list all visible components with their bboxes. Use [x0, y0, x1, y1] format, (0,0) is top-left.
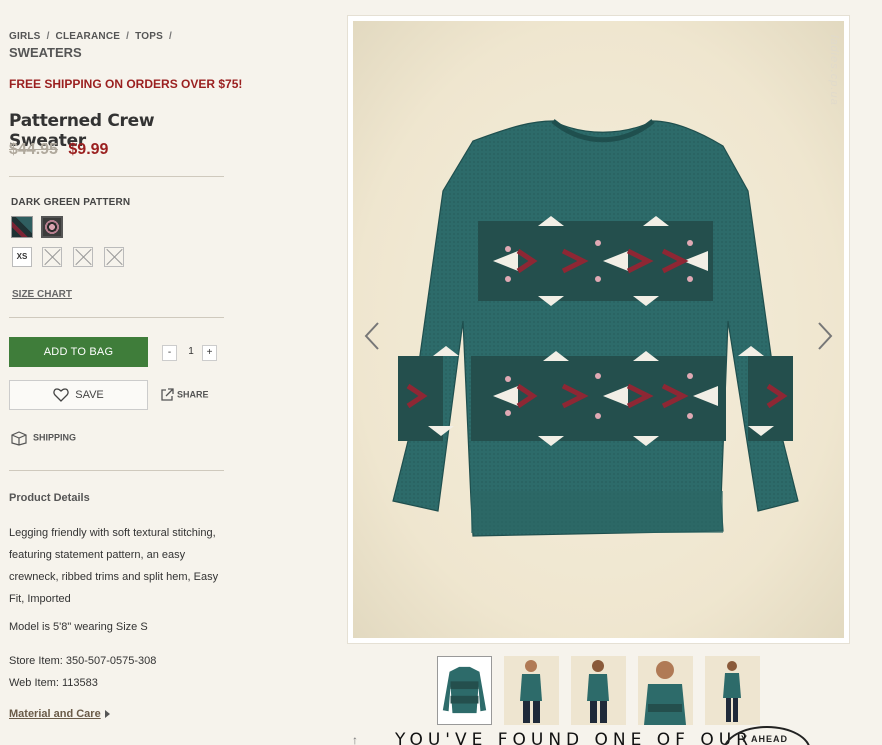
thumbnail-4[interactable]	[638, 656, 693, 725]
size-unavailable	[73, 247, 93, 267]
thumbnail-3[interactable]	[571, 656, 626, 725]
sale-price: $9.99	[68, 141, 109, 158]
breadcrumb-current: SWEATERS	[9, 45, 82, 60]
web-item-number: Web Item: 113583	[9, 677, 98, 689]
breadcrumb-clearance[interactable]: CLEARANCE	[56, 31, 121, 42]
watermark: ladies.cp.ua	[828, 35, 840, 106]
qty-value[interactable]: 1	[182, 345, 200, 361]
divider	[9, 176, 224, 177]
price-block: $44.95 $9.99	[9, 141, 108, 159]
divider	[9, 470, 224, 471]
color-label: DARK GREEN PATTERN	[11, 197, 131, 208]
size-chart-link[interactable]: SIZE CHART	[12, 289, 72, 300]
divider	[9, 317, 224, 318]
breadcrumb-girls[interactable]: GIRLS	[9, 31, 41, 42]
chevron-right-icon[interactable]	[105, 710, 110, 718]
box-icon	[11, 431, 27, 446]
free-shipping-promo: FREE SHIPPING ON ORDERS OVER $75!	[9, 77, 243, 91]
shipping-label: SHIPPING	[33, 432, 77, 443]
original-price: $44.95	[9, 141, 58, 158]
size-xs[interactable]: XS	[12, 247, 32, 267]
main-product-image: ladies.cp.ua	[347, 15, 850, 644]
next-image-arrow[interactable]	[814, 321, 834, 351]
thumbnail-1[interactable]	[437, 656, 492, 725]
heart-icon	[53, 388, 69, 402]
product-description: Legging friendly with soft textural stit…	[9, 527, 219, 605]
thumbnail-2[interactable]	[504, 656, 559, 725]
qty-decrement-button[interactable]: -	[162, 345, 177, 361]
size-unavailable	[42, 247, 62, 267]
promo-badge: Y AHEAD	[723, 726, 811, 745]
previous-image-arrow[interactable]	[363, 321, 383, 351]
save-button[interactable]: SAVE	[9, 380, 148, 410]
qty-increment-button[interactable]: +	[202, 345, 217, 361]
sweater-image	[392, 119, 799, 537]
product-details-heading: Product Details	[9, 492, 90, 504]
thumbnail-5[interactable]	[705, 656, 760, 725]
size-unavailable	[104, 247, 124, 267]
store-item-number: Store Item: 350-507-0575-308	[9, 655, 157, 667]
share-button[interactable]: SHARE	[160, 388, 209, 402]
share-icon	[161, 388, 174, 401]
breadcrumb: GIRLS / CLEARANCE / TOPS /	[9, 31, 172, 42]
color-swatch-dark[interactable]	[11, 216, 33, 238]
add-to-bag-button[interactable]: ADD TO BAG	[9, 337, 148, 367]
scroll-up-arrow-icon[interactable]: ↑	[352, 733, 358, 745]
promo-banner-text: YOU'VE FOUND ONE OF OUR	[395, 730, 753, 745]
color-swatch-dark-green-pattern[interactable]	[41, 216, 63, 238]
share-label: SHARE	[177, 389, 209, 400]
material-care-link[interactable]: Material and Care	[9, 708, 101, 720]
breadcrumb-tops[interactable]: TOPS	[135, 31, 163, 42]
badge-text: Y AHEAD	[741, 734, 789, 744]
model-size-note: Model is 5'8" wearing Size S	[9, 621, 148, 633]
shipping-info[interactable]: SHIPPING	[9, 430, 76, 446]
save-label: SAVE	[75, 388, 104, 401]
